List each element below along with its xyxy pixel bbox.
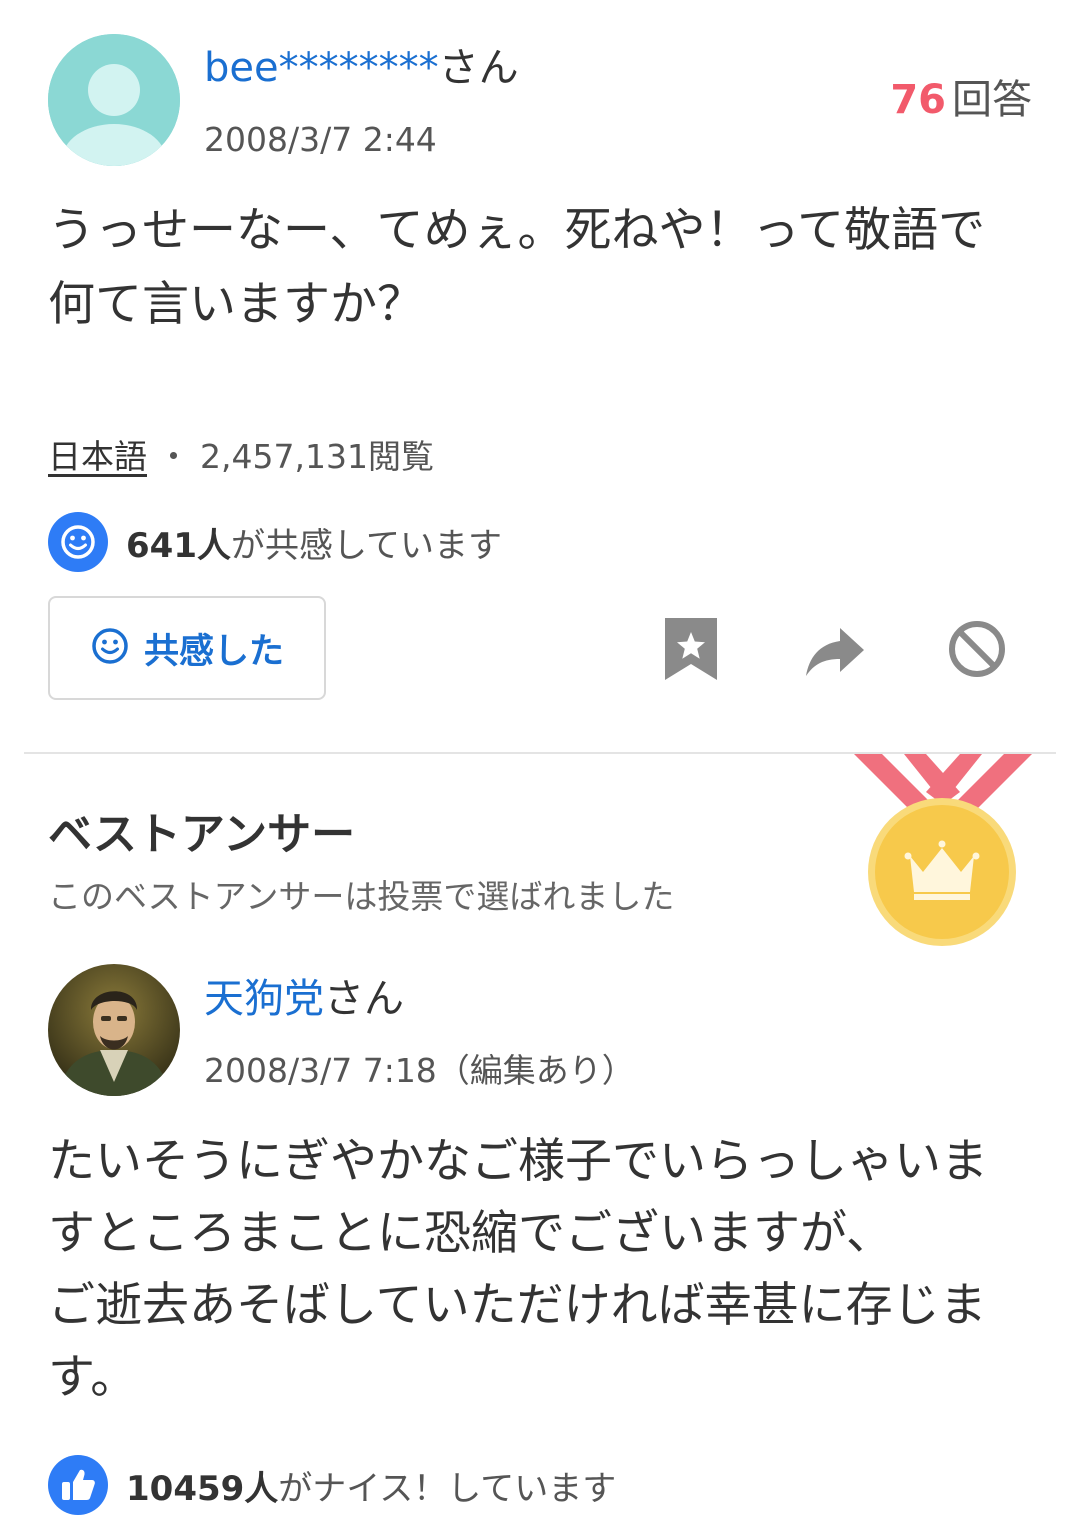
best-answer-subtitle: このベストアンサーは投票で選ばれました xyxy=(48,877,675,916)
bookmark-star-icon[interactable] xyxy=(656,614,726,684)
block-icon[interactable] xyxy=(942,614,1012,684)
question-author[interactable]: bee********さん xyxy=(204,42,519,94)
question-body: うっせーなー、てめぇ。死ねや！って敬語で何て言いますか？ xyxy=(48,203,986,332)
question-meta: 日本語・ 2,457,131閲覧 xyxy=(48,434,434,480)
smile-outline-icon xyxy=(90,626,130,670)
meta-separator: ・ xyxy=(157,437,190,476)
empathy-summary: 641人 が共感しています xyxy=(48,512,502,572)
answerer-avatar[interactable] xyxy=(48,964,180,1096)
answerer-suffix: さん xyxy=(324,976,404,1022)
crown-medal-icon xyxy=(848,752,1038,948)
question-author-suffix: さん xyxy=(438,45,519,91)
nice-count: 10459人 xyxy=(126,1468,279,1509)
answer-body: たいそうにぎやかなご様子でいらっしゃいますところまことに恐縮でございますが、 ご… xyxy=(48,1126,1032,1414)
best-answer-title: ベストアンサー xyxy=(48,809,356,860)
share-arrow-icon[interactable] xyxy=(800,614,870,684)
empathy-button-label: 共感した xyxy=(143,631,284,672)
empathy-text: が共感しています xyxy=(230,525,502,566)
answer-count[interactable]: 76 回答 xyxy=(890,74,1032,126)
thumbs-up-icon xyxy=(48,1455,108,1515)
empathy-count: 641人 xyxy=(126,525,231,566)
answerer-name[interactable]: 天狗党 xyxy=(204,976,324,1022)
answer-body-line: たいそうにぎやかなご様子でいらっしゃいますところまことに恐縮でございますが、 xyxy=(48,1134,988,1261)
answer-body-line: ご逝去あそばしていただければ幸甚に存じます。 xyxy=(48,1278,987,1405)
empathy-button[interactable]: 共感した xyxy=(48,596,326,700)
answer-count-number: 76 xyxy=(890,77,946,123)
answer-count-unit: 回答 xyxy=(952,77,1032,123)
view-count: 2,457,131閲覧 xyxy=(200,437,434,476)
category-link[interactable]: 日本語 xyxy=(48,437,147,476)
nice-text: がナイス！しています xyxy=(278,1468,617,1509)
smile-icon xyxy=(48,512,108,572)
answer-date: 2008/3/7 7:18（編集あり） xyxy=(204,1051,635,1090)
nice-summary: 10459人 がナイス！しています xyxy=(48,1454,616,1516)
question-author-name[interactable]: bee******** xyxy=(204,45,439,91)
question-date: 2008/3/7 2:44 xyxy=(204,120,437,159)
qa-page: bee********さん 2008/3/7 2:44 76 回答 うっせーなー、… xyxy=(0,0,1080,1538)
default-user-avatar-icon[interactable] xyxy=(48,34,180,166)
answerer[interactable]: 天狗党さん xyxy=(204,972,404,1026)
